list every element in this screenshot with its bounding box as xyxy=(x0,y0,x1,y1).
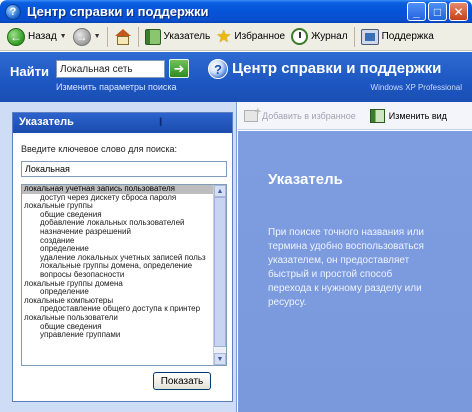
index-list-item[interactable]: назначение разрешений xyxy=(22,228,214,237)
index-list-scrollbar[interactable]: ▲ ▼ xyxy=(213,185,226,365)
index-list-item[interactable]: определение xyxy=(22,245,214,254)
index-prompt: Введите ключевое слово для поиска: xyxy=(21,144,177,154)
history-clock-icon xyxy=(291,28,309,45)
minimize-button[interactable]: _ xyxy=(407,2,426,21)
scroll-down-icon[interactable]: ▼ xyxy=(214,353,226,365)
cursor-ibeam-icon: I xyxy=(159,115,163,129)
forward-arrow-icon: → xyxy=(72,27,91,46)
index-label: Указатель xyxy=(163,31,211,42)
add-to-favorites-button[interactable]: Добавить в избранное xyxy=(244,106,356,122)
back-arrow-icon: ← xyxy=(7,27,25,46)
index-panel-title: Указатель xyxy=(19,116,74,128)
home-button[interactable] xyxy=(111,25,135,49)
index-list-item[interactable]: локальная учетная запись пользователя xyxy=(22,185,214,194)
content-title: Указатель xyxy=(268,171,343,188)
index-list-item[interactable]: добавление локальных пользователей xyxy=(22,219,214,228)
maximize-button[interactable]: □ xyxy=(428,2,447,21)
history-button[interactable]: Журнал xyxy=(288,25,351,49)
toolbar-separator xyxy=(353,26,355,47)
support-label: Поддержка xyxy=(381,31,434,42)
window-controls: _ □ ✕ xyxy=(407,2,468,21)
index-list-item[interactable]: локальные компьютеры xyxy=(22,297,214,306)
back-button[interactable]: ← Назад ▼ xyxy=(4,25,70,49)
index-book-icon xyxy=(144,28,161,45)
close-button[interactable]: ✕ xyxy=(449,2,468,21)
favorites-label: Избранное xyxy=(234,31,286,42)
index-list-item[interactable]: предоставление общего доступа к принтер xyxy=(22,305,214,314)
history-label: Журнал xyxy=(311,31,348,42)
index-list-item[interactable]: создание xyxy=(22,237,214,246)
favorites-star-icon: ★ xyxy=(216,26,232,46)
toolbar-separator xyxy=(137,26,139,47)
find-label: Найти xyxy=(10,64,49,79)
index-list-item[interactable]: общие сведения xyxy=(22,211,214,220)
index-list-item[interactable]: удаление локальных учетных записей польз xyxy=(22,254,214,263)
change-view-label: Изменить вид xyxy=(388,110,447,121)
search-input[interactable] xyxy=(56,60,165,78)
window-title: Центр справки и поддержки xyxy=(27,4,209,19)
content-toolbar: Добавить в избранное Изменить вид xyxy=(238,102,472,130)
title-bar[interactable]: ? Центр справки и поддержки _ □ ✕ xyxy=(0,0,472,23)
forward-button[interactable]: → ▼ xyxy=(70,25,104,49)
windows-edition-label: Windows XP Professional xyxy=(370,83,462,92)
search-go-button[interactable]: ➜ xyxy=(169,59,189,78)
index-list-items: локальная учетная запись пользователя дос… xyxy=(22,185,214,340)
scroll-thumb[interactable] xyxy=(214,197,226,347)
index-list-item[interactable]: локальные пользователи xyxy=(22,314,214,323)
go-arrow-icon: ➜ xyxy=(173,60,185,76)
index-panel-header: Указатель I xyxy=(13,113,232,133)
home-icon xyxy=(114,28,132,45)
scroll-up-icon[interactable]: ▲ xyxy=(214,185,226,197)
support-icon xyxy=(360,28,379,45)
navigation-toolbar: ← Назад ▼ → ▼ Указатель ★ Избранное Журн… xyxy=(0,23,472,51)
index-list-item[interactable]: вопросы безопасности xyxy=(22,271,214,280)
support-button[interactable]: Поддержка xyxy=(358,25,437,49)
index-list-item[interactable]: определение xyxy=(22,288,214,297)
index-list-item[interactable]: локальные группы домена, определение xyxy=(22,262,214,271)
help-center-logo-icon: ? xyxy=(208,59,228,79)
content-area: Указатель При поиске точного названия ил… xyxy=(238,131,472,412)
search-options-link[interactable]: Изменить параметры поиска xyxy=(56,82,177,92)
back-dropdown-icon[interactable]: ▼ xyxy=(60,33,67,40)
index-list-item[interactable]: локальные группы домена xyxy=(22,280,214,289)
back-label: Назад xyxy=(28,31,57,42)
index-list[interactable]: локальная учетная запись пользователя дос… xyxy=(21,184,227,366)
change-view-icon xyxy=(369,108,385,123)
index-list-item[interactable]: общие сведения xyxy=(22,323,214,332)
index-button[interactable]: Указатель xyxy=(142,25,214,49)
add-favorite-icon xyxy=(244,106,261,122)
favorites-button[interactable]: ★ Избранное xyxy=(213,25,288,49)
content-description: При поиске точного названия или термина … xyxy=(268,227,425,308)
help-center-icon: ? xyxy=(5,3,21,20)
index-panel: Указатель I Введите ключевое слово для п… xyxy=(12,112,233,402)
index-list-item[interactable]: локальные группы xyxy=(22,202,214,211)
change-view-button[interactable]: Изменить вид xyxy=(369,108,447,123)
index-list-item[interactable]: доступ через дискету сброса пароля xyxy=(22,194,214,203)
keyword-input[interactable] xyxy=(21,161,227,177)
toolbar-separator xyxy=(106,26,108,47)
search-header: Найти ➜ Изменить параметры поиска ? Цент… xyxy=(0,52,472,102)
forward-dropdown-icon[interactable]: ▼ xyxy=(94,33,101,40)
add-to-favorites-label: Добавить в избранное xyxy=(262,110,356,121)
show-button[interactable]: Показать xyxy=(153,372,211,390)
index-list-item[interactable]: управление группами xyxy=(22,331,214,340)
brand-title: Центр справки и поддержки xyxy=(232,60,442,77)
